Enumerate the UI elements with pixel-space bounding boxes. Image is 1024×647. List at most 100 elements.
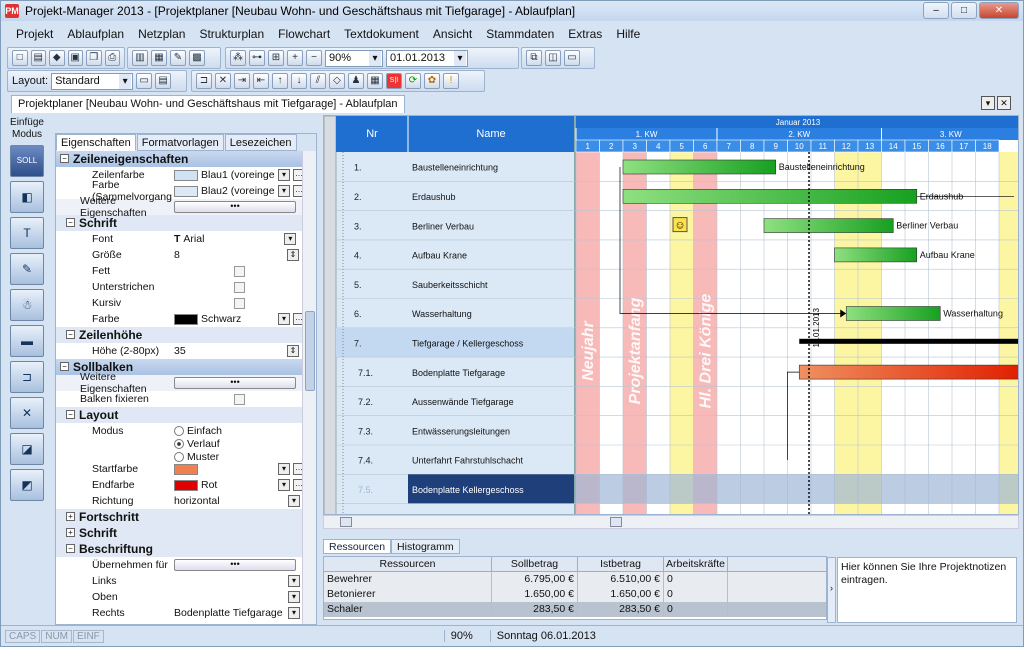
column-header-name[interactable]: Name bbox=[476, 128, 505, 140]
section-zeilenhoehe[interactable]: − Zeilenhöhe bbox=[56, 327, 316, 343]
table-row[interactable]: Bewehrer 6.795,00 €6.510,00 €0 bbox=[324, 572, 826, 587]
table-scroll-thumb[interactable] bbox=[340, 517, 352, 527]
task-nr[interactable]: 2. bbox=[354, 192, 362, 202]
task-name[interactable]: Berliner Verbau bbox=[412, 221, 474, 231]
tree-icon[interactable]: ⊶ bbox=[249, 50, 265, 66]
link-icon[interactable]: ⊐ bbox=[196, 73, 212, 89]
startfarbe-dropdown[interactable]: ▾ bbox=[278, 463, 290, 475]
soll-ist-icon[interactable]: S|I bbox=[386, 73, 402, 89]
layout-save-icon[interactable]: ▤ bbox=[155, 73, 172, 89]
zoom-select[interactable]: 90% bbox=[325, 49, 383, 67]
gantt-bar[interactable] bbox=[834, 247, 918, 263]
gantt-hscrollbar[interactable] bbox=[323, 515, 1019, 529]
menu-ablaufplan[interactable]: Ablaufplan bbox=[60, 27, 131, 41]
milestone-icon[interactable]: ◇ bbox=[329, 73, 345, 89]
tab-histogramm[interactable]: Histogramm bbox=[391, 539, 460, 554]
task-down-icon[interactable]: ↓ bbox=[291, 73, 307, 89]
window-icon[interactable]: ⧉ bbox=[526, 50, 542, 66]
task-nr[interactable]: 7.4. bbox=[358, 456, 373, 466]
menu-stammdaten[interactable]: Stammdaten bbox=[479, 27, 561, 41]
chart-scroll-thumb[interactable] bbox=[610, 517, 622, 527]
section-schrift[interactable]: − Schrift bbox=[56, 215, 316, 231]
tab-lesezeichen[interactable]: Lesezeichen bbox=[224, 134, 297, 151]
minimize-button[interactable]: – bbox=[923, 2, 949, 19]
table-row[interactable]: Betonierer 1.650,00 €1.650,00 €0 bbox=[324, 587, 826, 602]
copy-icon[interactable]: ❐ bbox=[86, 50, 102, 66]
tab-eigenschaften[interactable]: Eigenschaften bbox=[56, 134, 136, 151]
task-name[interactable]: Baustelleneinrichtung bbox=[412, 163, 498, 173]
gantt-bar[interactable] bbox=[845, 306, 941, 321]
link-tool-icon[interactable]: ⊐ bbox=[10, 361, 44, 393]
richtung-dropdown[interactable]: ▾ bbox=[288, 495, 300, 507]
edit-icon[interactable]: ✎ bbox=[170, 50, 186, 66]
warning-icon[interactable]: ! bbox=[443, 73, 459, 89]
task-nr[interactable]: 7.1. bbox=[358, 368, 373, 378]
section-layout[interactable]: − Layout bbox=[56, 407, 316, 423]
gantt-bar[interactable] bbox=[763, 218, 894, 233]
task-nr[interactable]: 6. bbox=[354, 309, 362, 319]
task-name[interactable]: Bodenplatte Tiefgarage bbox=[412, 368, 505, 378]
oben-dropdown[interactable]: ▾ bbox=[288, 591, 300, 603]
task-name[interactable]: Sauberkeitsschicht bbox=[412, 280, 488, 290]
folder-icon[interactable]: ▭ bbox=[136, 73, 153, 89]
arrow-bar-icon[interactable]: ◪ bbox=[10, 433, 44, 465]
menu-extras[interactable]: Extras bbox=[561, 27, 609, 41]
document-tab[interactable]: Projektplaner [Neubau Wohn- und Geschäft… bbox=[11, 95, 405, 113]
zeilenfarbe-dropdown[interactable]: ▾ bbox=[278, 169, 290, 181]
menu-projekt[interactable]: Projekt bbox=[9, 27, 60, 41]
col-ressourcen[interactable]: Ressourcen bbox=[324, 557, 492, 571]
resource-icon[interactable]: ☃ bbox=[10, 289, 44, 321]
menu-ansicht[interactable]: Ansicht bbox=[426, 27, 479, 41]
soll-bar-icon[interactable]: SOLL bbox=[10, 145, 44, 177]
notes-toggle-button[interactable]: › bbox=[827, 557, 836, 623]
task-nr[interactable]: 1. bbox=[354, 163, 362, 173]
close-button[interactable]: ✕ bbox=[979, 2, 1019, 19]
refresh-icon[interactable]: ⟳ bbox=[405, 73, 421, 89]
task-nr[interactable]: 7.3. bbox=[358, 426, 373, 436]
weitere-button[interactable]: ••• bbox=[174, 201, 296, 213]
unterstrichen-checkbox[interactable] bbox=[234, 281, 245, 293]
print-icon[interactable]: ⎙ bbox=[104, 50, 120, 66]
groesse-value[interactable]: 8 bbox=[174, 249, 284, 261]
table-icon[interactable]: ▦ bbox=[151, 50, 167, 66]
font-dropdown[interactable]: ▾ bbox=[284, 233, 297, 245]
bar-icon[interactable]: ▬ bbox=[10, 325, 44, 357]
richtung-value[interactable]: horizontal bbox=[174, 495, 285, 507]
properties-icon[interactable]: ◆ bbox=[49, 50, 65, 66]
soll-weitere-button[interactable]: ••• bbox=[174, 377, 296, 389]
col-sollbetrag[interactable]: Sollbetrag bbox=[492, 557, 578, 571]
task-nr[interactable]: 7.5. bbox=[358, 485, 373, 495]
section-fortschritt[interactable]: + Fortschritt bbox=[56, 509, 316, 525]
modus-verlauf-radio[interactable]: Verlauf bbox=[174, 438, 220, 450]
kursiv-checkbox[interactable] bbox=[234, 297, 245, 309]
section-schrift-2[interactable]: + Schrift bbox=[56, 525, 316, 541]
zoom-in-icon[interactable]: + bbox=[287, 50, 303, 66]
uebernehmen-button[interactable]: ••• bbox=[174, 559, 296, 571]
modus-einfach-radio[interactable]: Einfach bbox=[174, 425, 222, 437]
save-icon[interactable]: ▣ bbox=[67, 50, 83, 66]
palette-icon[interactable]: ✿ bbox=[424, 73, 440, 89]
hoehe-value[interactable]: 35 bbox=[174, 345, 284, 357]
layout-select[interactable]: Standard bbox=[51, 72, 134, 90]
text-icon[interactable]: T bbox=[10, 217, 44, 249]
task-name[interactable]: Wasserhaltung bbox=[412, 309, 472, 319]
hoehe-spinner[interactable]: ⇕ bbox=[287, 345, 299, 357]
open-icon[interactable]: ▤ bbox=[30, 50, 46, 66]
fett-checkbox[interactable] bbox=[234, 265, 245, 277]
task-name[interactable]: Erdaushub bbox=[412, 192, 456, 202]
notes-textarea[interactable]: Hier können Sie Ihre Projektnotizen eint… bbox=[837, 557, 1017, 623]
unlink-icon[interactable]: ✕ bbox=[215, 73, 231, 89]
tab-ressourcen[interactable]: Ressourcen bbox=[323, 539, 392, 554]
schriftfarbe-dropdown[interactable]: ▾ bbox=[278, 313, 290, 325]
summary-bar[interactable] bbox=[799, 338, 1019, 344]
menu-textdokument[interactable]: Textdokument bbox=[337, 27, 426, 41]
col-arbeitskraefte[interactable]: Arbeitskräfte bbox=[664, 557, 728, 571]
task-name[interactable]: Aussenwände Tiefgarage bbox=[412, 397, 514, 407]
grid-icon[interactable]: ▩ bbox=[189, 50, 205, 66]
section-zeileneigenschaften[interactable]: − Zeileneigenschaften bbox=[56, 151, 316, 167]
farbe-sv-dropdown[interactable]: ▾ bbox=[278, 185, 290, 197]
section-beschriftung[interactable]: − Beschriftung bbox=[56, 541, 316, 557]
task-name[interactable]: Tiefgarage / Kellergeschoss bbox=[412, 338, 524, 348]
rechts-dropdown[interactable]: ▾ bbox=[288, 607, 300, 619]
task-nr[interactable]: 3. bbox=[354, 221, 362, 231]
